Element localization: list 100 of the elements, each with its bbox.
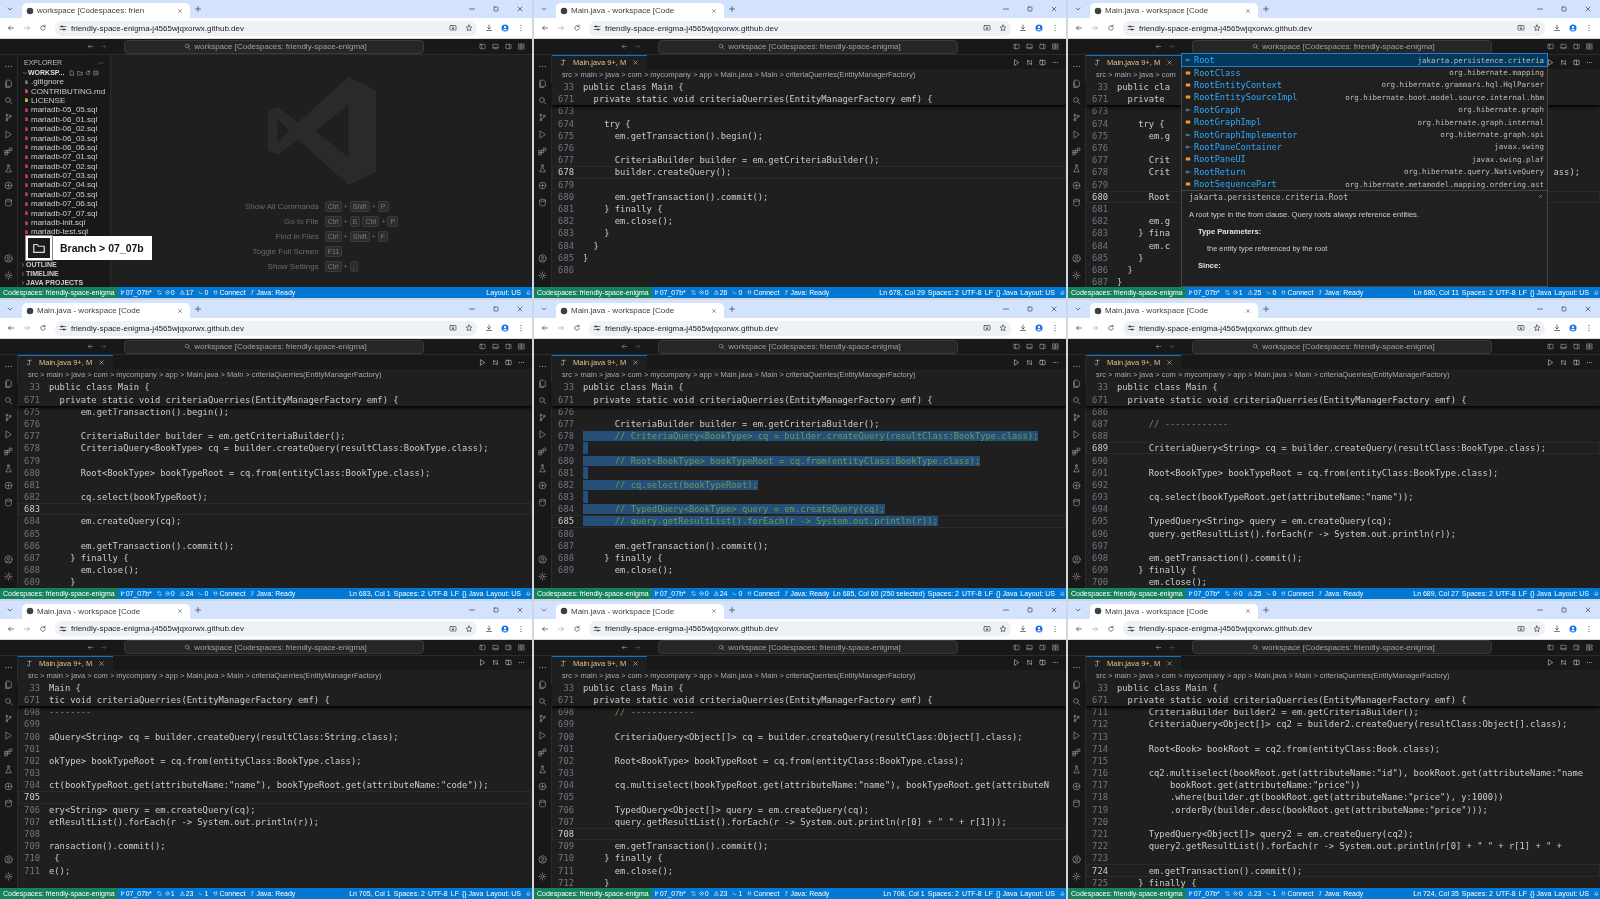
file-name[interactable]: CONTRIBUTING.md	[31, 86, 106, 96]
bell-icon[interactable]	[526, 590, 531, 596]
plug-icon[interactable]	[747, 590, 753, 596]
file-item[interactable]: mariadb-06_06.sql	[18, 142, 110, 153]
close-icon[interactable]	[1166, 659, 1174, 667]
flask-icon[interactable]	[4, 464, 13, 474]
layout-icon[interactable]	[1039, 343, 1046, 351]
restore-icon[interactable]	[1560, 305, 1568, 314]
address-field[interactable]: friendly-space-enigma-j4565wjqxorwx.github.dev	[589, 20, 1011, 36]
file-name[interactable]: mariadb-07_06.sql	[31, 199, 98, 209]
refresh-icon[interactable]	[85, 69, 92, 76]
layout-icon[interactable]	[1039, 643, 1046, 651]
install-icon[interactable]	[983, 324, 991, 333]
branch-icon[interactable]	[119, 590, 125, 596]
error-icon[interactable]	[164, 891, 170, 896]
ports-icon[interactable]	[732, 290, 738, 296]
bookmark-star-icon[interactable]	[999, 624, 1007, 633]
database-icon[interactable]	[538, 498, 547, 508]
compare-icon[interactable]	[492, 358, 499, 366]
file-item[interactable]: mariadb-07_01.sql	[18, 152, 110, 162]
flask-icon[interactable]	[538, 764, 547, 774]
tab-title[interactable]: Main.java - workspace [Code	[571, 306, 711, 316]
branch-icon[interactable]	[653, 891, 659, 896]
plug-icon[interactable]	[1281, 590, 1287, 596]
error-icon[interactable]	[164, 590, 170, 596]
run-icon[interactable]	[479, 659, 486, 667]
restore-icon[interactable]	[1026, 605, 1034, 614]
bell-icon[interactable]	[526, 290, 531, 296]
error-icon[interactable]	[164, 290, 170, 296]
tab-title[interactable]: Main.java - workspace [Code	[1105, 6, 1245, 15]
download-icon[interactable]	[1019, 24, 1027, 32]
back-icon[interactable]	[87, 43, 94, 50]
source-control-icon[interactable]	[538, 713, 547, 723]
menu-icon[interactable]	[1585, 324, 1593, 333]
file-item[interactable]: mariadb-07_03.sql	[18, 170, 110, 181]
bookmark-star-icon[interactable]	[1533, 24, 1541, 32]
close-icon[interactable]	[1584, 5, 1592, 13]
close-icon[interactable]	[1584, 305, 1592, 314]
warning-icon[interactable]	[713, 590, 719, 596]
install-icon[interactable]	[1517, 324, 1525, 333]
search-icon[interactable]	[538, 696, 547, 706]
layout-icon[interactable]	[505, 343, 512, 351]
java-icon[interactable]	[1318, 891, 1324, 896]
search-icon[interactable]	[4, 96, 13, 105]
profile-icon[interactable]	[1569, 324, 1577, 333]
sync-icon[interactable]	[1224, 290, 1230, 296]
reload-icon[interactable]	[573, 24, 581, 32]
layout-icon[interactable]	[1586, 43, 1593, 50]
ports-icon[interactable]	[732, 891, 738, 896]
profile-icon[interactable]	[1569, 624, 1577, 633]
back-icon[interactable]	[7, 624, 15, 633]
tab-list-icon[interactable]	[6, 5, 14, 13]
error-icon[interactable]	[698, 290, 704, 296]
close-icon[interactable]	[1050, 605, 1058, 614]
compare-icon[interactable]	[1026, 659, 1033, 667]
database-icon[interactable]	[4, 198, 13, 207]
run-icon[interactable]	[538, 730, 547, 740]
settings-icon[interactable]	[4, 571, 13, 581]
split-editor-icon[interactable]	[1039, 659, 1046, 667]
extensions-icon[interactable]	[4, 747, 13, 757]
settings-icon[interactable]	[538, 571, 547, 581]
account-icon[interactable]	[538, 855, 547, 864]
close-icon[interactable]	[1166, 359, 1174, 367]
error-icon[interactable]	[1232, 290, 1238, 296]
file-item[interactable]: mariadb-06_03.sql	[18, 133, 110, 143]
reload-icon[interactable]	[573, 624, 581, 633]
tab-title[interactable]: Main.java - workspace [Code	[37, 606, 177, 616]
file-item[interactable]: mariadb-init.sql	[18, 217, 110, 228]
files-icon[interactable]	[1072, 379, 1081, 389]
bookmark-star-icon[interactable]	[1533, 624, 1541, 633]
command-center[interactable]: workspace [Codespaces: friendly-space-enigma]	[1192, 640, 1492, 655]
search-icon[interactable]	[538, 96, 547, 105]
ports-icon[interactable]	[1266, 891, 1272, 896]
settings-icon[interactable]	[4, 872, 13, 881]
layout-icon[interactable]	[518, 343, 525, 351]
profile-icon[interactable]	[1035, 324, 1043, 333]
file-item[interactable]: mariadb-06_02.sql	[18, 123, 110, 134]
menu-icon[interactable]	[1051, 624, 1059, 633]
back-icon[interactable]	[1075, 24, 1083, 32]
bookmark-star-icon[interactable]	[999, 24, 1007, 32]
new-tab-icon[interactable]	[728, 305, 736, 314]
profile-icon[interactable]	[501, 24, 509, 32]
flask-icon[interactable]	[1072, 764, 1081, 774]
download-icon[interactable]	[485, 624, 493, 633]
layout-icon[interactable]	[1052, 343, 1059, 351]
source-control-icon[interactable]	[1072, 413, 1081, 423]
file-item[interactable]: mariadb-07_06.sql	[18, 199, 110, 209]
close-icon[interactable]	[516, 605, 524, 614]
compare-icon[interactable]	[1026, 58, 1033, 66]
file-item[interactable]: mariadb-05_05.sql	[18, 105, 110, 115]
menu-icon[interactable]	[517, 624, 525, 633]
download-icon[interactable]	[485, 24, 493, 32]
close-icon[interactable]	[516, 5, 524, 13]
layout-icon[interactable]	[1026, 43, 1033, 50]
warning-icon[interactable]	[179, 590, 185, 596]
search-icon[interactable]	[1072, 696, 1081, 706]
install-icon[interactable]	[449, 324, 457, 333]
back-icon[interactable]	[7, 324, 15, 333]
plug-icon[interactable]	[213, 891, 219, 896]
layout-icon[interactable]	[1560, 643, 1567, 651]
